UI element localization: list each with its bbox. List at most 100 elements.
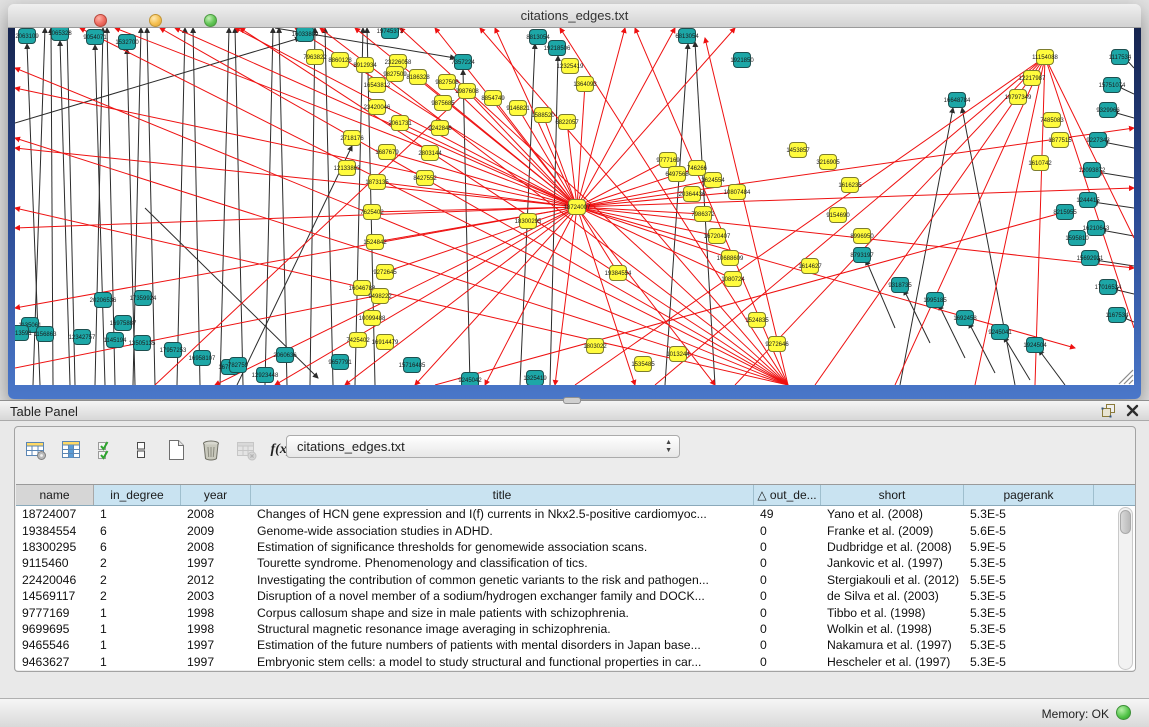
graph-node[interactable]: 8427552 — [413, 171, 437, 186]
graph-node[interactable]: 9245042 — [458, 373, 482, 386]
graph-edge[interactable] — [895, 57, 1045, 385]
graph-node[interactable]: 8793197 — [850, 248, 874, 263]
graph-node[interactable]: 2987608 — [455, 84, 479, 99]
graph-edge[interactable] — [177, 28, 185, 385]
graph-node[interactable]: 1588520 — [531, 108, 555, 123]
graph-node[interactable]: 7986372 — [691, 207, 715, 222]
graph-edge[interactable] — [80, 28, 788, 385]
graph-node[interactable]: 1877515 — [1048, 133, 1072, 148]
graph-node[interactable]: 12133863 — [334, 161, 361, 176]
graph-node[interactable]: 8854749 — [481, 91, 505, 106]
graph-node[interactable]: 2063109 — [15, 29, 39, 44]
table-selector[interactable]: citations_edges.txt ▲▼ — [286, 435, 680, 458]
graph-node[interactable]: 1080724 — [721, 272, 745, 287]
graph-node[interactable]: 12342757 — [69, 330, 96, 345]
graph-node[interactable]: 12093872 — [1079, 163, 1106, 178]
graph-node[interactable]: 8186328 — [406, 70, 430, 85]
table-row[interactable]: 911546021997Tourette syndrome. Phenomeno… — [16, 555, 1112, 571]
panel-drag-handle[interactable] — [563, 397, 581, 404]
graph-node[interactable]: 10797349 — [1005, 90, 1032, 105]
graph-node[interactable]: 8912934 — [353, 58, 377, 73]
graph-node[interactable]: 6497568 — [665, 167, 689, 182]
graph-node[interactable]: 10807484 — [724, 185, 751, 200]
graph-node[interactable]: 7485083 — [1040, 113, 1064, 128]
graph-node[interactable]: 9245041 — [988, 325, 1012, 340]
graph-node[interactable]: 7425402 — [346, 333, 370, 348]
graph-edge[interactable] — [15, 38, 300, 123]
graph-node[interactable]: 1065328 — [48, 28, 72, 41]
graph-node[interactable]: 1013244 — [666, 347, 690, 362]
new-file-icon[interactable] — [163, 437, 189, 463]
graph-node[interactable]: 6813054 — [675, 29, 699, 44]
graph-node[interactable]: 11154088 — [1032, 50, 1058, 65]
graph-node[interactable]: 1687679 — [375, 145, 399, 160]
graph-node[interactable]: 9827509 — [383, 67, 407, 82]
graph-node[interactable]: 1924504 — [1023, 338, 1047, 353]
graph-node[interactable]: 6822057 — [555, 115, 579, 130]
graph-edge[interactable] — [480, 28, 788, 385]
graph-edge[interactable] — [107, 28, 115, 385]
graph-node[interactable]: 746266 — [687, 161, 708, 176]
graph-edge[interactable] — [310, 28, 315, 385]
graph-node[interactable]: 2061731 — [388, 116, 412, 131]
graph-edge[interactable] — [279, 28, 287, 385]
graph-edge[interactable] — [235, 28, 243, 385]
graph-edge[interactable] — [160, 28, 788, 385]
delete-icon[interactable] — [198, 437, 224, 463]
close-icon[interactable] — [1126, 404, 1139, 422]
graph-node[interactable]: 1610742 — [1028, 156, 1052, 171]
graph-node[interactable]: 19745372 — [377, 28, 404, 39]
graph-node[interactable]: 8996950 — [850, 229, 874, 244]
graph-node[interactable]: 2803144 — [418, 146, 442, 161]
table-settings-icon[interactable] — [23, 437, 49, 463]
graph-node[interactable]: 1117534 — [1109, 50, 1132, 65]
graph-node[interactable]: 9318735 — [888, 278, 912, 293]
graph-node[interactable]: 1453857 — [786, 143, 810, 158]
graph-node[interactable]: 23420046 — [364, 100, 391, 115]
graph-node[interactable]: 1614627 — [798, 259, 822, 274]
graph-node[interactable]: 15692921 — [1077, 251, 1104, 266]
graph-node[interactable]: 9657791 — [328, 355, 352, 370]
graph-node[interactable]: 2060636 — [273, 348, 297, 363]
graph-node[interactable]: 782759 — [228, 358, 249, 373]
graph-node[interactable]: 17957253 — [160, 343, 187, 358]
graph-node[interactable]: 17016534 — [1095, 280, 1122, 295]
graph-node[interactable]: 1156863 — [34, 327, 58, 342]
table-row[interactable]: 977716911998Corpus callosum shape and si… — [16, 604, 1112, 620]
graph-node[interactable]: 1595810 — [1065, 231, 1089, 246]
graph-node[interactable]: 15751074 — [1099, 78, 1126, 93]
graph-node[interactable]: 9154690 — [826, 208, 850, 223]
graph-node[interactable]: 9777169 — [656, 153, 680, 168]
graph-edge[interactable] — [127, 49, 135, 385]
graph-edge[interactable] — [866, 260, 895, 328]
graph-node[interactable]: 7357224 — [451, 55, 475, 70]
graph-node[interactable]: 9827508 — [435, 75, 459, 90]
graph-node[interactable]: 8215955 — [1053, 205, 1077, 220]
graph-edge[interactable] — [900, 108, 953, 385]
graph-node[interactable]: 1921850 — [730, 53, 754, 68]
graph-node[interactable]: 16648784 — [944, 93, 971, 108]
graph-node[interactable]: 1325419 — [523, 371, 547, 386]
graph-node[interactable]: 7625402 — [360, 205, 384, 220]
graph-node[interactable]: 1616235 — [838, 178, 862, 193]
graph-node[interactable]: 9227343 — [1086, 133, 1110, 148]
graph-edge[interactable] — [220, 28, 229, 385]
graph-node[interactable]: 19218506 — [544, 41, 571, 56]
network-window-titlebar[interactable]: citations_edges.txt — [8, 4, 1141, 28]
column-header-pagerank[interactable]: pagerank — [964, 485, 1094, 505]
graph-node[interactable]: 9329966 — [1096, 103, 1120, 118]
graph-node[interactable]: 9146821 — [506, 101, 530, 116]
graph-node[interactable]: 7963822 — [303, 50, 327, 65]
float-panel-icon[interactable] — [1101, 403, 1116, 423]
graph-node[interactable]: 8860128 — [328, 53, 352, 68]
graph-node[interactable]: 15716485 — [399, 358, 426, 373]
graph-node[interactable]: 8813054 — [526, 30, 550, 45]
graph-edge[interactable] — [325, 28, 333, 385]
table-row[interactable]: 946554611997Estimation of the future num… — [16, 637, 1112, 653]
graph-edge[interactable] — [577, 207, 635, 385]
graph-node[interactable]: 9875685 — [431, 96, 455, 111]
graph-edge[interactable] — [962, 108, 1015, 385]
graph-node[interactable]: 1692458 — [953, 311, 977, 326]
graph-node[interactable]: 12325419 — [557, 59, 584, 74]
table-row[interactable]: 946362711997Embryonic stem cells: a mode… — [16, 654, 1112, 670]
